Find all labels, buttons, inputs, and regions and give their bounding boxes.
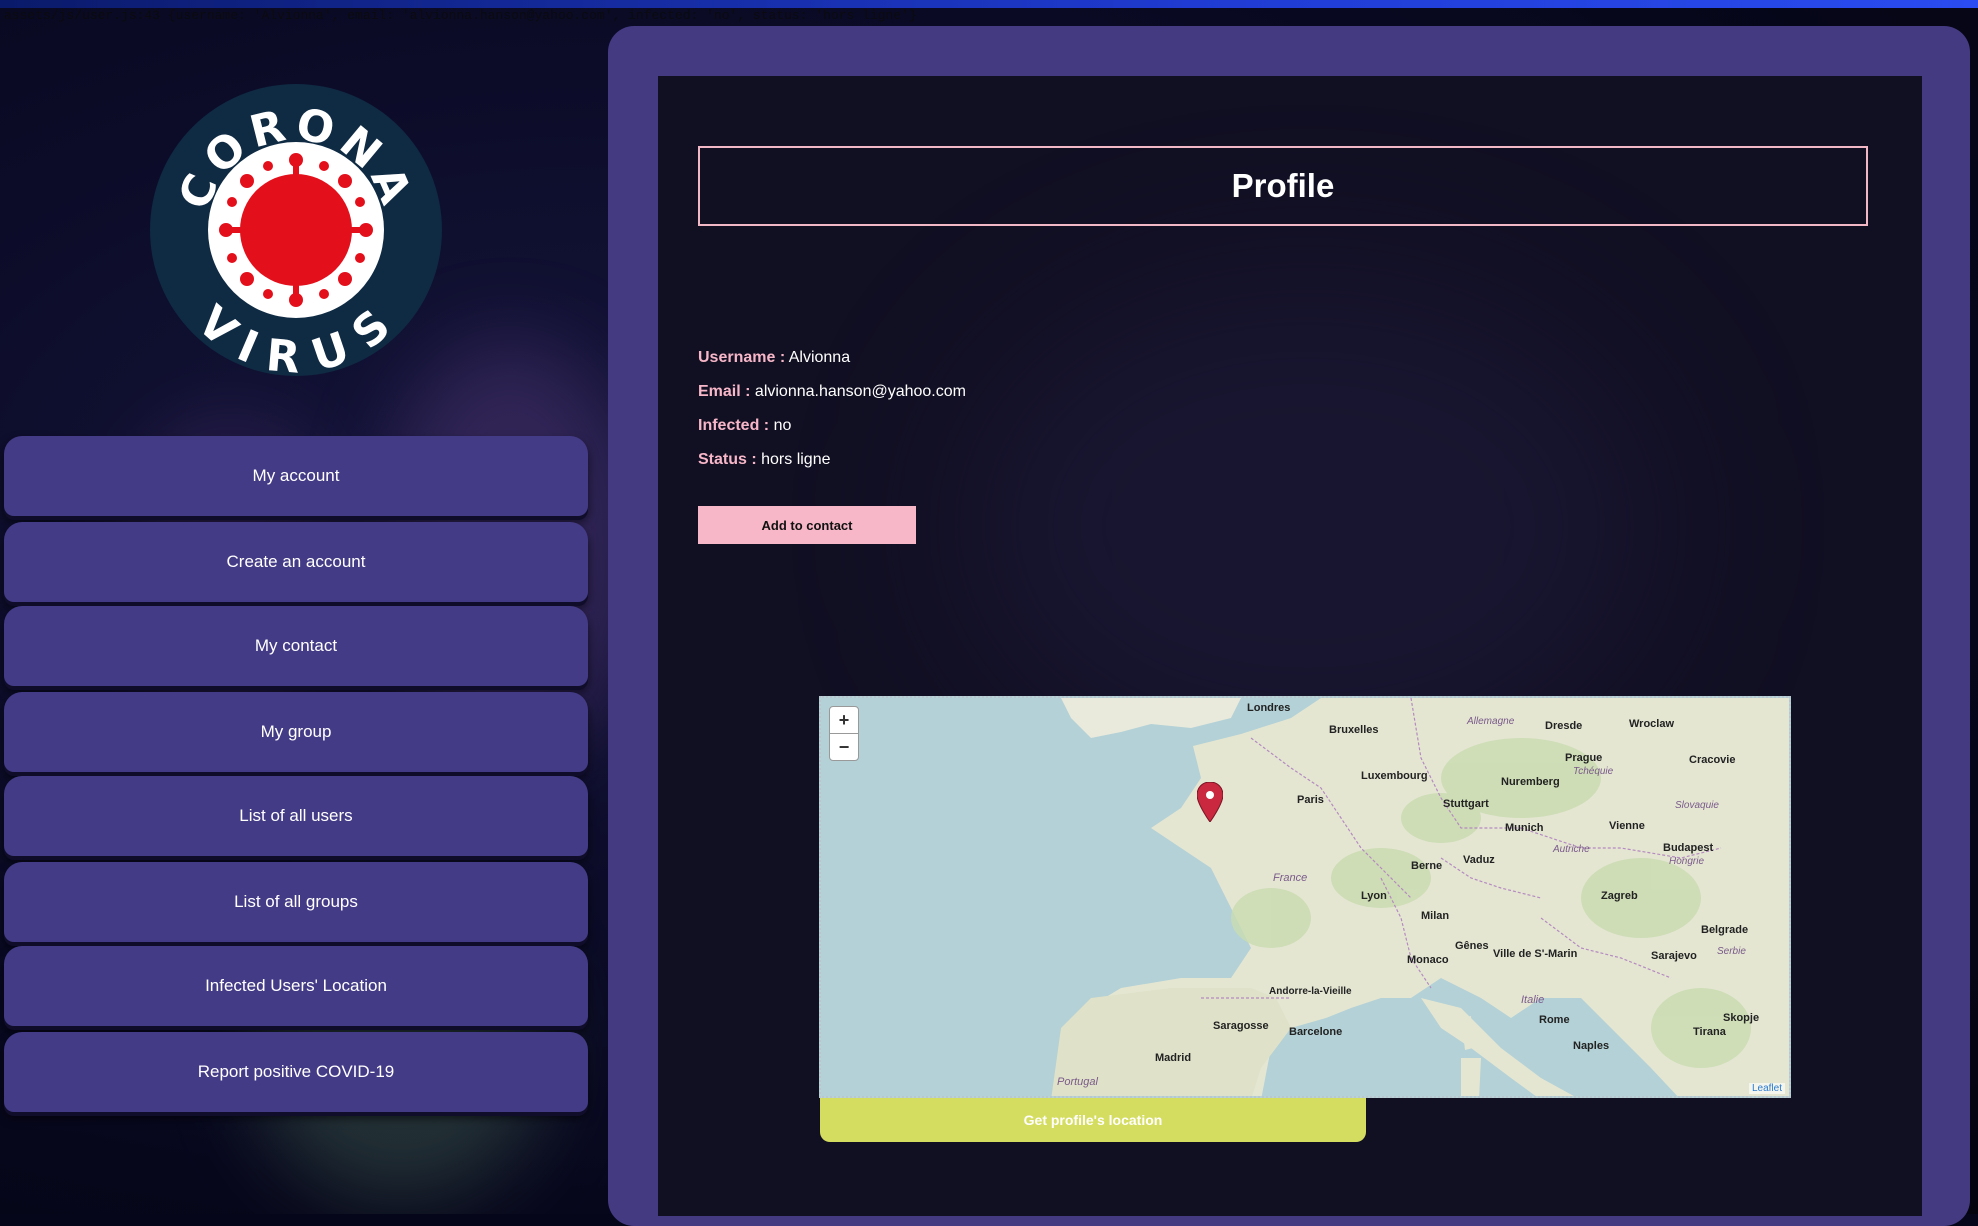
infected-value: no <box>773 417 792 434</box>
map-label-city: Naples <box>1573 1040 1610 1052</box>
username-label: Username : <box>698 349 786 366</box>
map-label-city: Barcelone <box>1289 1026 1343 1038</box>
map-label-region: Hongrie <box>1669 856 1705 867</box>
map-marker-icon[interactable] <box>1196 781 1224 827</box>
sidebar-item-my-account[interactable]: My account <box>4 436 588 516</box>
sidebar-item-all-users[interactable]: List of all users <box>4 776 588 856</box>
status-value: hors ligne <box>761 451 831 468</box>
zoom-in-button[interactable]: + <box>829 706 859 734</box>
map-label-city: Munich <box>1505 822 1544 834</box>
map-label-city: Belgrade <box>1701 924 1749 936</box>
map-label-region: Italie <box>1521 994 1545 1006</box>
map-label-city: Tirana <box>1693 1026 1726 1038</box>
email-row: Email : alvionna.hanson@yahoo.com <box>698 383 966 401</box>
map-label-city: Wroclaw <box>1629 718 1675 730</box>
zoom-out-button[interactable]: − <box>829 733 859 761</box>
map-label-region: Serbie <box>1717 946 1746 957</box>
map-label-city: Prague <box>1565 752 1603 764</box>
email-label: Email : <box>698 383 751 400</box>
username-value: Alvionna <box>788 349 851 366</box>
map-label-city: Luxembourg <box>1361 770 1428 782</box>
map-label-city: Sarajevo <box>1651 950 1697 962</box>
map-label-city: Milan <box>1421 910 1450 922</box>
map-label-city: Saragosse <box>1213 1020 1269 1032</box>
location-map[interactable]: Londres Bruxelles Dresde Wroclaw Luxembo… <box>819 696 1791 1098</box>
map-label-city: Stuttgart <box>1443 798 1489 810</box>
map-attribution-link[interactable]: Leaflet <box>1748 1083 1785 1094</box>
sidebar-item-my-group[interactable]: My group <box>4 692 588 772</box>
map-label-region: France <box>1273 872 1308 884</box>
map-label-region: Portugal <box>1057 1076 1098 1088</box>
add-to-contact-button[interactable]: Add to contact <box>698 506 916 544</box>
map-label-city: Madrid <box>1155 1052 1192 1064</box>
map-label-city: Lyon <box>1361 890 1387 902</box>
map-label-region: Allemagne <box>1467 716 1515 727</box>
map-label-city: Budapest <box>1663 842 1714 854</box>
map-label-city: Bruxelles <box>1329 724 1379 736</box>
browser-top-bar <box>0 0 1978 8</box>
map-label-city: Rome <box>1539 1014 1570 1026</box>
debug-console-line: assets/js/user.js:43 {username: 'Alvionn… <box>4 8 917 23</box>
coronavirus-logo: CORONA VIRUS <box>148 82 444 384</box>
map-label-city: Cracovie <box>1689 754 1736 766</box>
map-label-city: Skopje <box>1723 1012 1760 1024</box>
map-label-city: Gênes <box>1455 940 1489 952</box>
map-label-city: Londres <box>1247 702 1291 714</box>
map-label-city: Andorre-la-Vieille <box>1269 986 1352 997</box>
page-title: Profile <box>698 146 1868 226</box>
username-row: Username : Alvionna <box>698 349 850 367</box>
map-label-region: Slovaquie <box>1675 800 1719 811</box>
map-label-city: Zagreb <box>1601 890 1638 902</box>
map-label-city: Nuremberg <box>1501 776 1560 788</box>
map-label-city: Dresde <box>1545 720 1583 732</box>
map-label-city: Monaco <box>1407 954 1449 966</box>
status-label: Status : <box>698 451 757 468</box>
get-location-button[interactable]: Get profile's location <box>820 1098 1366 1142</box>
map-label-city: Ville de S'-Marin <box>1493 948 1578 960</box>
map-label-city: Vienne <box>1609 820 1645 832</box>
infected-row: Infected : no <box>698 417 791 435</box>
sidebar-item-report-positive[interactable]: Report positive COVID-19 <box>4 1032 588 1112</box>
sidebar-item-infected-location[interactable]: Infected Users' Location <box>4 946 588 1026</box>
sidebar-item-create-account[interactable]: Create an account <box>4 522 588 602</box>
infected-label: Infected : <box>698 417 770 434</box>
map-label-city: Paris <box>1297 794 1324 806</box>
sidebar-item-my-contact[interactable]: My contact <box>4 606 588 686</box>
map-label-city: Berne <box>1411 860 1443 872</box>
map-label-region: Tchéquie <box>1573 766 1614 777</box>
status-row: Status : hors ligne <box>698 451 831 469</box>
sidebar-item-all-groups[interactable]: List of all groups <box>4 862 588 942</box>
map-label-city: Vaduz <box>1463 854 1495 866</box>
map-label-region: Autriche <box>1553 844 1590 855</box>
map-tiles <box>821 698 1789 1096</box>
email-value: alvionna.hanson@yahoo.com <box>754 383 966 400</box>
